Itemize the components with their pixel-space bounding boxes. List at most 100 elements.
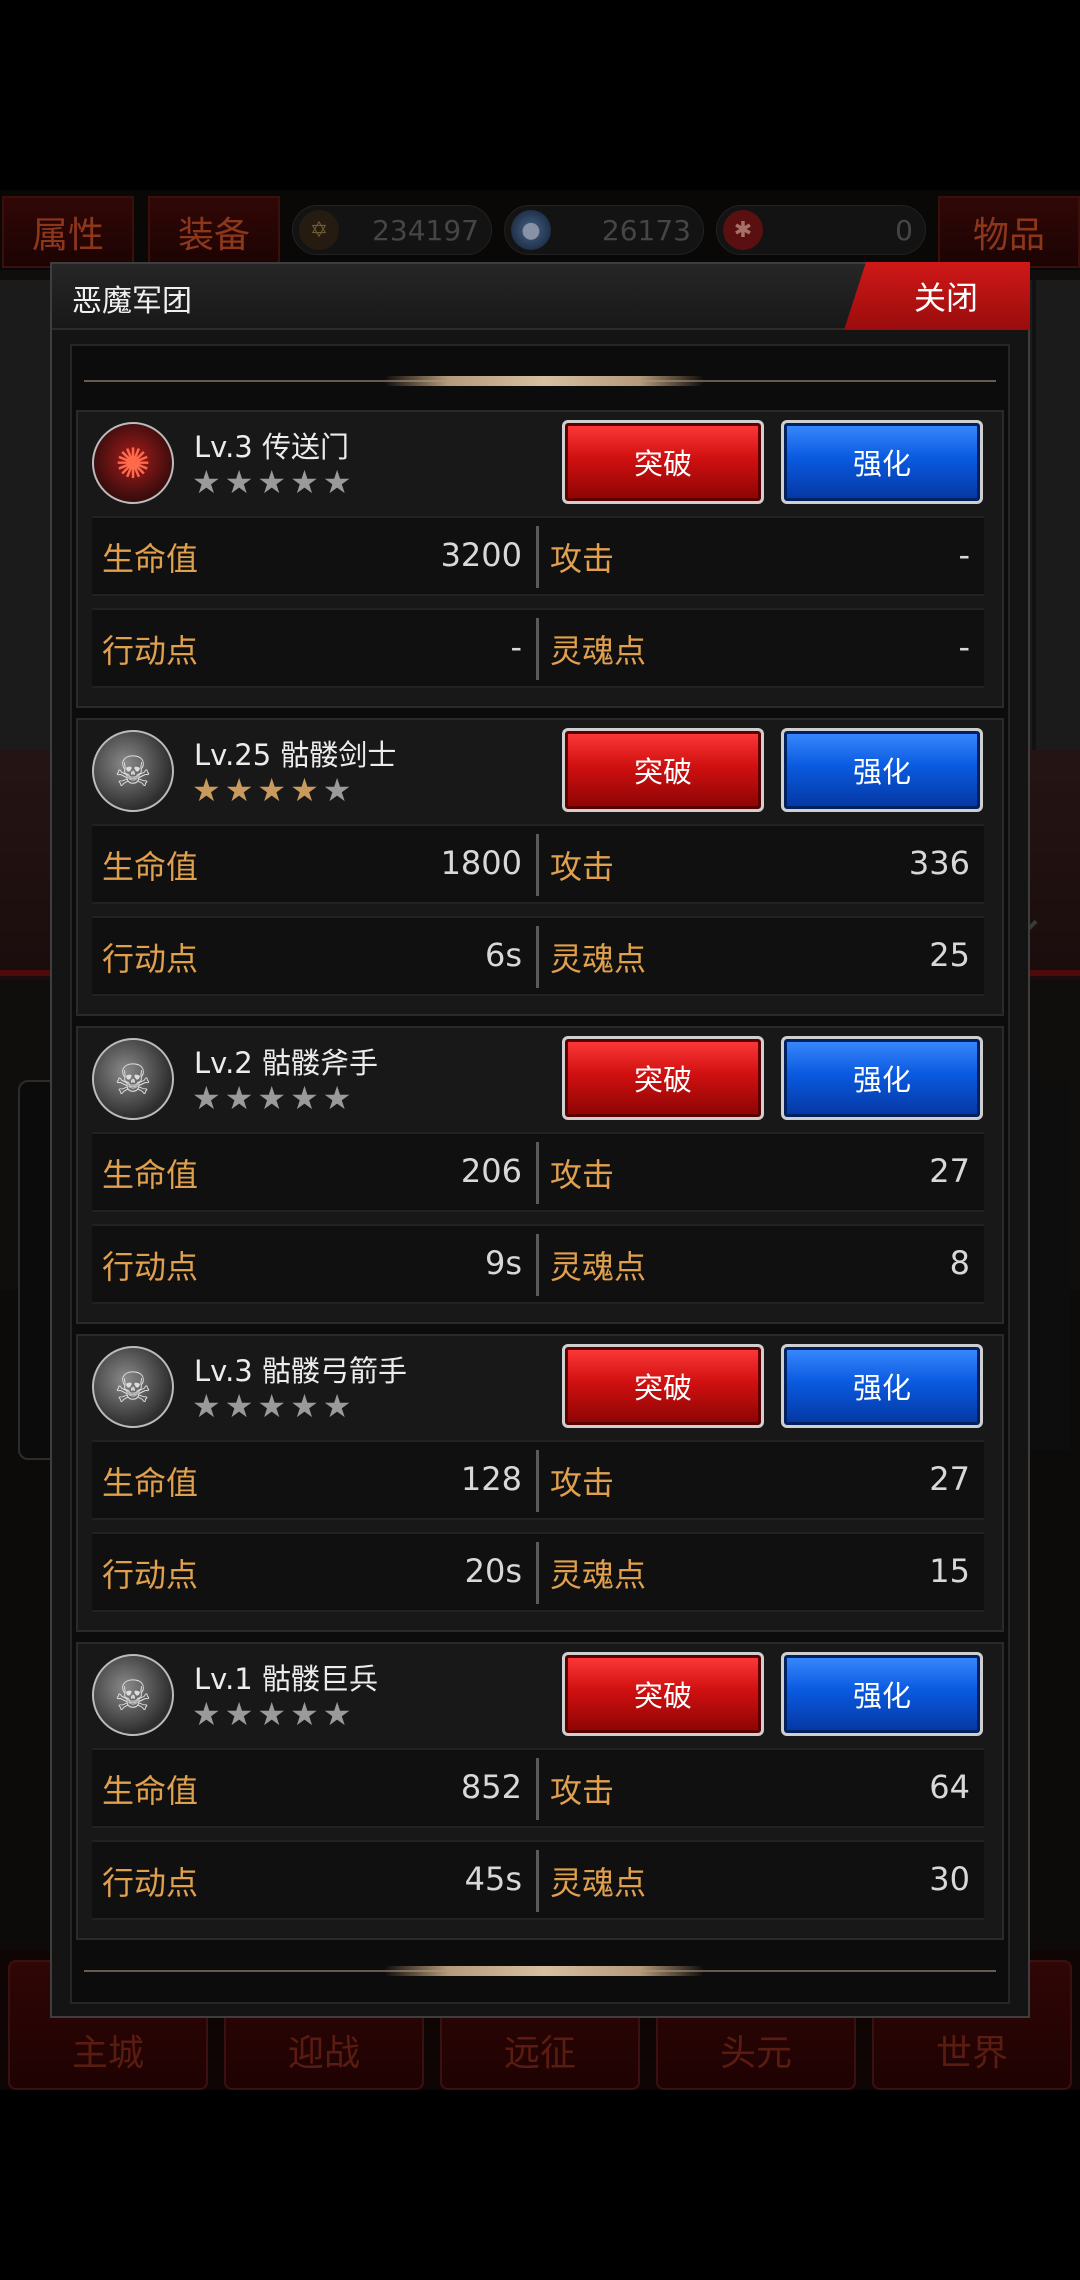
star-rating: ★ ★ ★ ★ ★	[192, 466, 351, 498]
unit-name: Lv.1 骷髅巨兵	[194, 1662, 378, 1696]
star-icon: ★	[192, 1079, 221, 1117]
unit-card: ☠ Lv.25 骷髅剑士 ★ ★ ★ ★ ★ 突破 强化 生命值 1800 攻击 336…	[76, 718, 1004, 1016]
unit-name: Lv.3 骷髅弓箭手	[194, 1354, 407, 1388]
hp-label: 生命值	[102, 1156, 199, 1194]
stat-row: 生命值 206 攻击 27	[92, 1132, 984, 1212]
star-icon: ★	[224, 1079, 254, 1117]
action-points-label: 行动点	[102, 940, 199, 978]
action-points-value: 6s	[484, 936, 522, 974]
stat-row: 行动点 45s 灵魂点 30	[92, 1840, 984, 1920]
attack-value: -	[958, 536, 970, 574]
star-rating: ★ ★ ★ ★ ★	[192, 1698, 351, 1730]
star-icon: ★	[224, 463, 254, 501]
skeleton-swordsman-icon[interactable]: ☠	[92, 730, 174, 812]
breakthrough-button[interactable]: 突破	[562, 1344, 764, 1428]
hp-label: 生命值	[102, 848, 199, 886]
attack-label: 攻击	[550, 1772, 615, 1810]
star-icon: ★	[290, 463, 319, 501]
close-button[interactable]: 关闭	[844, 262, 1030, 330]
unit-name: Lv.25 骷髅剑士	[194, 738, 397, 772]
star-icon: ★	[322, 1387, 352, 1425]
unit-card: ☠ Lv.3 骷髅弓箭手 ★ ★ ★ ★ ★ 突破 强化 生命值 128 攻击 27 行…	[76, 1334, 1004, 1632]
star-icon: ★	[257, 1079, 287, 1117]
star-icon: ★	[257, 463, 287, 501]
breakthrough-button[interactable]: 突破	[562, 728, 764, 812]
hp-value: 1800	[440, 844, 522, 882]
ornament-divider	[84, 376, 996, 386]
unit-name: Lv.3 传送门	[194, 430, 349, 464]
upgrade-button[interactable]: 强化	[781, 728, 983, 812]
hp-value: 206	[460, 1152, 522, 1190]
hp-label: 生命值	[102, 1464, 199, 1502]
dialog-title: 恶魔军团	[72, 284, 192, 319]
action-points-value: 20s	[464, 1552, 522, 1590]
attack-value: 64	[929, 1768, 970, 1806]
star-icon: ★	[192, 1387, 221, 1425]
attack-value: 336	[908, 844, 970, 882]
star-icon: ★	[290, 1387, 319, 1425]
star-icon: ★	[322, 1079, 352, 1117]
star-icon: ★	[322, 463, 352, 501]
star-rating: ★ ★ ★ ★ ★	[192, 1082, 351, 1114]
stat-row: 生命值 1800 攻击 336	[92, 824, 984, 904]
stat-row: 生命值 3200 攻击 -	[92, 516, 984, 596]
soul-points-label: 灵魂点	[550, 1864, 647, 1902]
attack-value: 27	[929, 1152, 970, 1190]
action-points-label: 行动点	[102, 1556, 199, 1594]
soul-points-label: 灵魂点	[550, 940, 647, 978]
hp-label: 生命值	[102, 540, 199, 578]
breakthrough-button[interactable]: 突破	[562, 1036, 764, 1120]
skeleton-giant-icon[interactable]: ☠	[92, 1654, 174, 1736]
dialog-header: 恶魔军团 关闭	[52, 262, 1030, 330]
skeleton-archer-icon[interactable]: ☠	[92, 1346, 174, 1428]
soul-points-label: 灵魂点	[550, 632, 647, 670]
stat-divider	[536, 1234, 539, 1296]
stat-divider	[536, 926, 539, 988]
upgrade-button[interactable]: 强化	[781, 1036, 983, 1120]
stat-divider	[536, 1450, 539, 1512]
hp-label: 生命值	[102, 1772, 199, 1810]
stat-divider	[536, 1142, 539, 1204]
stat-divider	[536, 834, 539, 896]
unit-card: ✺ Lv.3 传送门 ★ ★ ★ ★ ★ 突破 强化 生命值 3200 攻击 - 行动点…	[76, 410, 1004, 708]
star-rating: ★ ★ ★ ★ ★	[192, 1390, 351, 1422]
breakthrough-button[interactable]: 突破	[562, 420, 764, 504]
attack-label: 攻击	[550, 848, 615, 886]
attack-label: 攻击	[550, 1464, 615, 1502]
action-points-value: -	[510, 628, 522, 666]
attack-value: 27	[929, 1460, 970, 1498]
stat-divider	[536, 618, 539, 680]
demon-portal-icon[interactable]: ✺	[92, 422, 174, 504]
attack-label: 攻击	[550, 1156, 615, 1194]
soul-points-label: 灵魂点	[550, 1556, 647, 1594]
hp-value: 852	[460, 1768, 522, 1806]
ornament-divider	[84, 1966, 996, 1976]
star-rating: ★ ★ ★ ★ ★	[192, 774, 351, 806]
star-icon: ★	[192, 771, 221, 809]
star-icon: ★	[224, 771, 254, 809]
action-points-value: 45s	[464, 1860, 522, 1898]
soul-points-value: 15	[929, 1552, 970, 1590]
upgrade-button[interactable]: 强化	[781, 420, 983, 504]
star-icon: ★	[224, 1387, 254, 1425]
unit-name: Lv.2 骷髅斧手	[194, 1046, 378, 1080]
soul-points-value: -	[958, 628, 970, 666]
unit-card: ☠ Lv.2 骷髅斧手 ★ ★ ★ ★ ★ 突破 强化 生命值 206 攻击 27 行动…	[76, 1026, 1004, 1324]
breakthrough-button[interactable]: 突破	[562, 1652, 764, 1736]
unit-list[interactable]: ✺ Lv.3 传送门 ★ ★ ★ ★ ★ 突破 强化 生命值 3200 攻击 - 行动点…	[70, 344, 1010, 2004]
star-icon: ★	[192, 1695, 221, 1733]
hp-value: 3200	[440, 536, 522, 574]
attack-label: 攻击	[550, 540, 615, 578]
skeleton-axeman-icon[interactable]: ☠	[92, 1038, 174, 1120]
star-icon: ★	[322, 771, 352, 809]
stat-row: 行动点 20s 灵魂点 15	[92, 1532, 984, 1612]
stat-row: 行动点 - 灵魂点 -	[92, 608, 984, 688]
stat-row: 行动点 9s 灵魂点 8	[92, 1224, 984, 1304]
upgrade-button[interactable]: 强化	[781, 1652, 983, 1736]
star-icon: ★	[290, 771, 319, 809]
stat-row: 生命值 128 攻击 27	[92, 1440, 984, 1520]
action-points-value: 9s	[484, 1244, 522, 1282]
upgrade-button[interactable]: 强化	[781, 1344, 983, 1428]
star-icon: ★	[257, 771, 287, 809]
stat-divider	[536, 526, 539, 588]
